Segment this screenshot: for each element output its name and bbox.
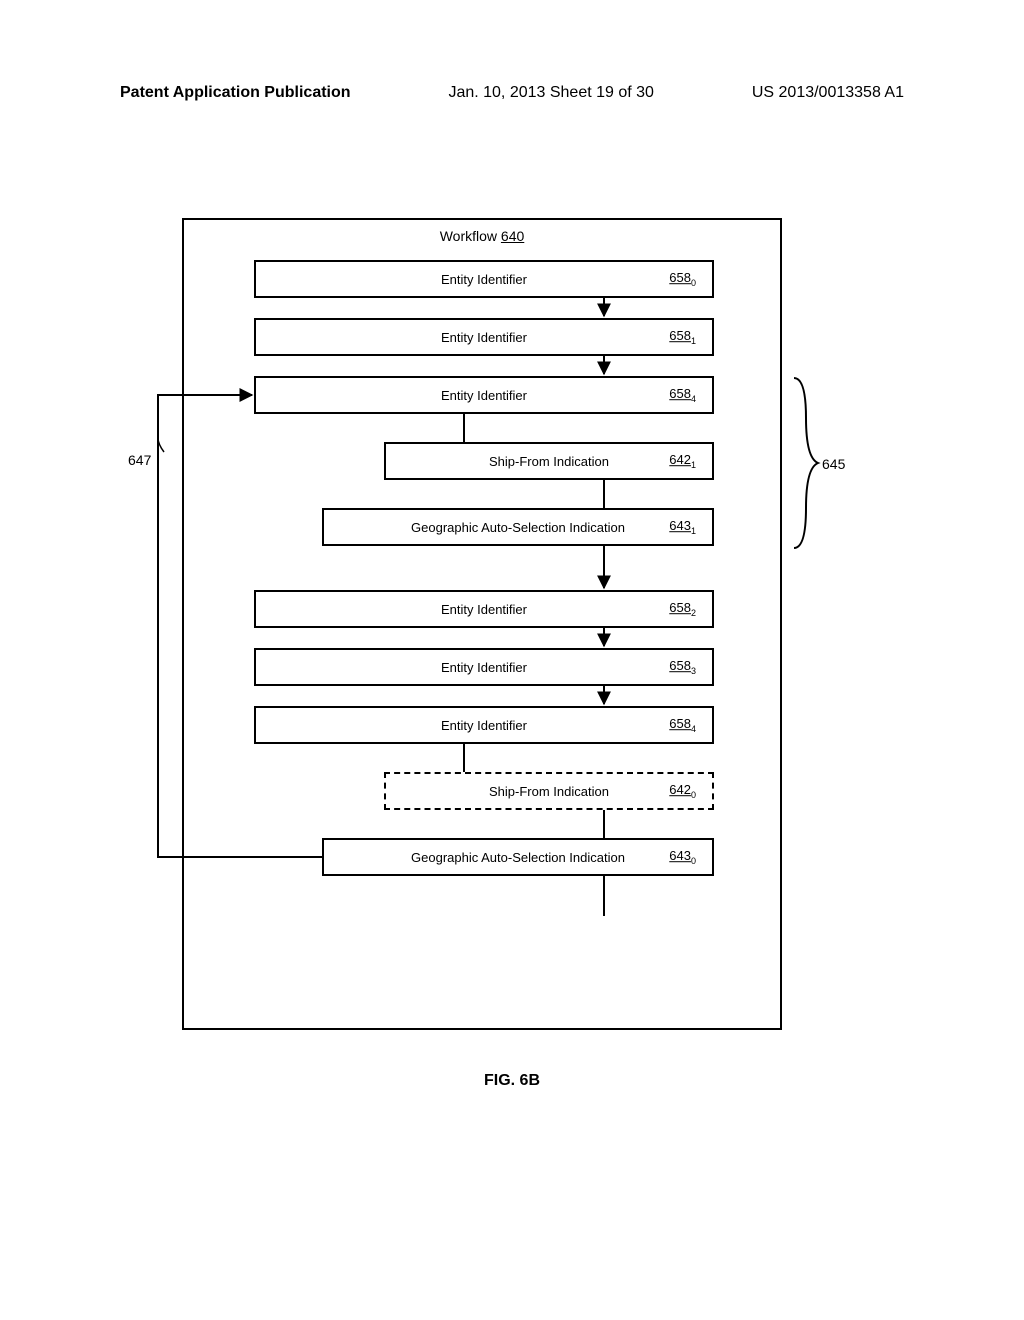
entity-identifier-block-2: Entity Identifier 6582 bbox=[254, 590, 714, 628]
brace-ref-645: 645 bbox=[822, 456, 845, 472]
workflow-title-ref: 640 bbox=[501, 228, 524, 244]
block-label: Entity Identifier bbox=[441, 388, 527, 403]
publication-number: US 2013/0013358 A1 bbox=[752, 84, 904, 102]
publication-type: Patent Application Publication bbox=[120, 84, 351, 102]
block-ref: 6421 bbox=[669, 452, 696, 470]
entity-identifier-block-4b: Entity Identifier 6584 bbox=[254, 706, 714, 744]
block-label: Entity Identifier bbox=[441, 602, 527, 617]
entity-identifier-block-4a: Entity Identifier 6584 bbox=[254, 376, 714, 414]
block-label: Entity Identifier bbox=[441, 660, 527, 675]
loop-ref-647: 647 bbox=[128, 452, 151, 468]
date-sheet: Jan. 10, 2013 Sheet 19 of 30 bbox=[448, 84, 654, 102]
block-label: Geographic Auto-Selection Indication bbox=[411, 850, 625, 865]
block-ref: 6580 bbox=[669, 270, 696, 288]
block-label: Geographic Auto-Selection Indication bbox=[411, 520, 625, 535]
block-ref: 6584 bbox=[669, 386, 696, 404]
ship-from-indication-block-1: Ship-From Indication 6421 bbox=[384, 442, 714, 480]
brace-645: 645 bbox=[788, 378, 838, 548]
block-ref: 6581 bbox=[669, 328, 696, 346]
block-label: Ship-From Indication bbox=[489, 454, 609, 469]
ship-from-indication-block-0: Ship-From Indication 6420 bbox=[384, 772, 714, 810]
figure-caption: FIG. 6B bbox=[0, 1072, 1024, 1090]
entity-identifier-block-0: Entity Identifier 6580 bbox=[254, 260, 714, 298]
entity-identifier-block-3: Entity Identifier 6583 bbox=[254, 648, 714, 686]
geo-auto-selection-block-0: Geographic Auto-Selection Indication 643… bbox=[322, 838, 714, 876]
block-ref: 6584 bbox=[669, 716, 696, 734]
block-ref: 6583 bbox=[669, 658, 696, 676]
workflow-title-label: Workflow bbox=[440, 228, 497, 244]
block-label: Entity Identifier bbox=[441, 330, 527, 345]
geo-auto-selection-block-1: Geographic Auto-Selection Indication 643… bbox=[322, 508, 714, 546]
page-header: Patent Application Publication Jan. 10, … bbox=[0, 0, 1024, 102]
block-label: Entity Identifier bbox=[441, 272, 527, 287]
block-label: Entity Identifier bbox=[441, 718, 527, 733]
block-ref: 6420 bbox=[669, 782, 696, 800]
workflow-title: Workflow 640 bbox=[184, 220, 780, 244]
workflow-container: Workflow 640 Entity Identifier 6580 Enti… bbox=[182, 218, 782, 1030]
entity-identifier-block-1: Entity Identifier 6581 bbox=[254, 318, 714, 356]
block-ref: 6431 bbox=[669, 518, 696, 536]
block-label: Ship-From Indication bbox=[489, 784, 609, 799]
block-ref: 6430 bbox=[669, 848, 696, 866]
block-ref: 6582 bbox=[669, 600, 696, 618]
